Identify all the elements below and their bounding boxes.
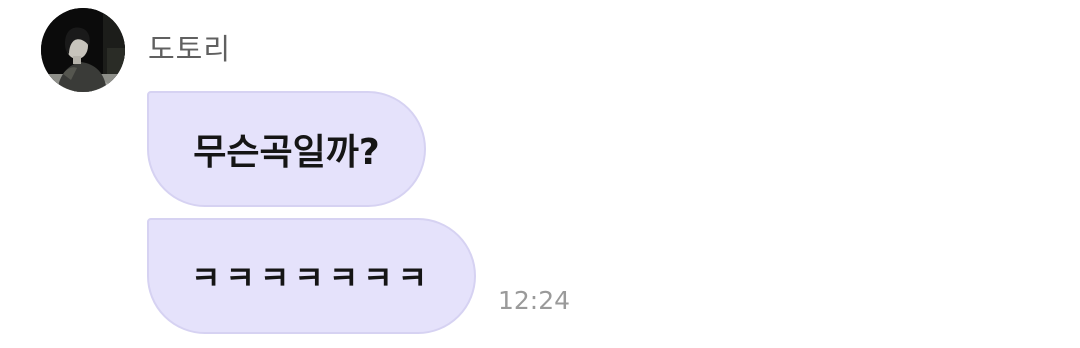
message-text: 무슨곡일까? — [193, 132, 380, 173]
message-bubble[interactable]: ㅋㅋㅋㅋㅋㅋㅋ — [147, 218, 476, 334]
chat-message-group: 도토리 무슨곡일까? ㅋㅋㅋㅋㅋㅋㅋ 12:24 — [0, 0, 1080, 348]
message-text: ㅋㅋㅋㅋㅋㅋㅋ — [190, 259, 433, 297]
sender-name: 도토리 — [148, 32, 232, 66]
message-bubble[interactable]: 무슨곡일까? — [147, 91, 426, 207]
message-timestamp: 12:24 — [498, 286, 571, 315]
profile-photo-icon — [41, 8, 125, 92]
profile-avatar[interactable] — [41, 8, 125, 92]
